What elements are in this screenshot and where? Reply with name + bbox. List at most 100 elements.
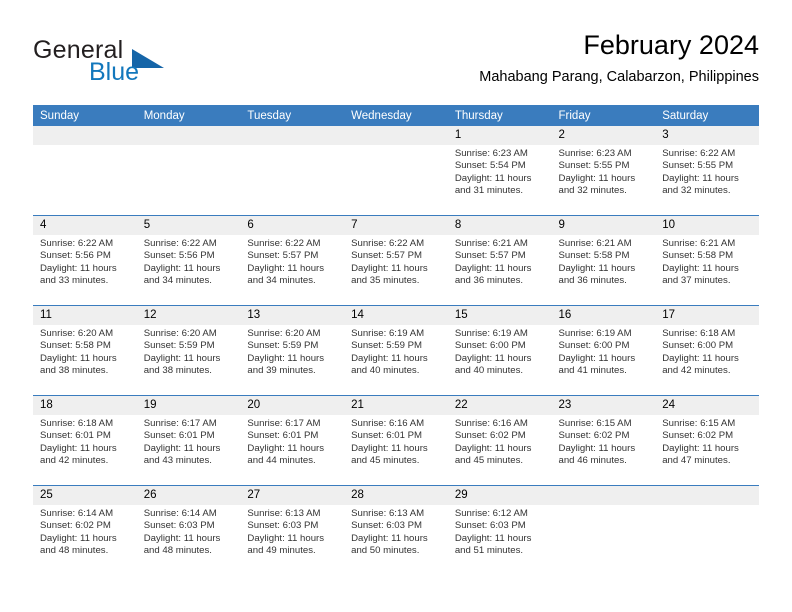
- calendar-day-cell[interactable]: 28 Sunrise: 6:13 AM Sunset: 6:03 PM Dayligh…: [344, 485, 448, 575]
- calendar-day-cell[interactable]: 2 Sunrise: 6:23 AM Sunset: 5:55 PM Daylight…: [551, 126, 656, 216]
- day-details: Sunrise: 6:20 AM Sunset: 5:59 PM Daylight:…: [137, 325, 241, 378]
- day-number: 1: [447, 126, 552, 145]
- calendar-day-cell[interactable]: 15 Sunrise: 6:19 AM Sunset: 6:00 PM Dayligh…: [447, 305, 552, 396]
- day-detail-line: Sunrise: 6:23 AM: [454, 148, 528, 159]
- weekday-header-monday: Monday: [136, 105, 241, 126]
- day-number: 3: [655, 126, 759, 145]
- calendar-day-cell[interactable]: 20 Sunrise: 6:17 AM Sunset: 6:01 PM Dayligh…: [240, 395, 345, 486]
- day-detail-line: Daylight: 11 hours: [454, 172, 532, 184]
- calendar-day-cell[interactable]: 17 Sunrise: 6:18 AM Sunset: 6:00 PM Dayligh…: [655, 305, 759, 396]
- day-details: Sunrise: 6:12 AM Sunset: 6:03 PM Daylight:…: [448, 505, 552, 558]
- day-detail-line: Daylight: 11 hours: [143, 442, 221, 454]
- day-number: 13: [240, 306, 345, 325]
- day-details: Sunrise: 6:22 AM Sunset: 5:56 PM Daylight:…: [137, 235, 241, 288]
- day-details: Sunrise: 6:17 AM Sunset: 6:01 PM Daylight:…: [240, 415, 344, 468]
- calendar-grid: Sunday Monday Tuesday Wednesday Thursday Frid…: [33, 105, 759, 575]
- day-details: Sunrise: 6:22 AM Sunset: 5:56 PM Daylight:…: [33, 235, 137, 288]
- day-detail-line: Sunrise: 6:20 AM: [143, 328, 217, 339]
- day-detail-line: Sunrise: 6:12 AM: [454, 508, 528, 519]
- day-number: 23: [551, 396, 656, 415]
- day-number: 6: [240, 216, 345, 235]
- day-detail-line: Sunset: 5:59 PM: [247, 340, 319, 352]
- day-detail-line: Sunset: 6:02 PM: [558, 430, 630, 442]
- calendar-day-cell[interactable]: 14 Sunrise: 6:19 AM Sunset: 5:59 PM Dayligh…: [344, 305, 448, 396]
- calendar-empty-cell: [344, 126, 448, 216]
- day-detail-line: Sunrise: 6:17 AM: [247, 418, 321, 429]
- day-details: Sunrise: 6:19 AM Sunset: 6:00 PM Daylight:…: [552, 325, 656, 378]
- calendar-day-cell[interactable]: 19 Sunrise: 6:17 AM Sunset: 6:01 PM Dayligh…: [136, 395, 241, 486]
- day-detail-line: Daylight: 11 hours: [40, 262, 117, 274]
- calendar-day-cell[interactable]: 16 Sunrise: 6:19 AM Sunset: 6:00 PM Dayligh…: [551, 305, 656, 396]
- brand-logo[interactable]: General Blue: [33, 36, 233, 96]
- calendar-day-cell[interactable]: 22 Sunrise: 6:16 AM Sunset: 6:02 PM Dayligh…: [447, 395, 552, 486]
- day-detail-line: Sunrise: 6:22 AM: [662, 148, 736, 159]
- calendar-day-cell[interactable]: 23 Sunrise: 6:15 AM Sunset: 6:02 PM Dayligh…: [551, 395, 656, 486]
- day-detail-line: Daylight: 11 hours: [558, 172, 636, 184]
- calendar-day-cell[interactable]: 8 Sunrise: 6:21 AM Sunset: 5:57 PM Daylight…: [447, 215, 552, 306]
- day-details: Sunrise: 6:14 AM Sunset: 6:03 PM Daylight:…: [137, 505, 241, 558]
- calendar-day-cell[interactable]: 12 Sunrise: 6:20 AM Sunset: 5:59 PM Dayligh…: [136, 305, 241, 396]
- day-detail-line: and 34 minutes.: [247, 275, 316, 287]
- day-number: 27: [240, 486, 345, 505]
- day-detail-line: Daylight: 11 hours: [662, 352, 739, 364]
- calendar-week-row: 4 Sunrise: 6:22 AM Sunset: 5:56 PM Daylight…: [33, 215, 759, 306]
- day-detail-line: and 43 minutes.: [143, 455, 212, 467]
- calendar-day-cell[interactable]: 6 Sunrise: 6:22 AM Sunset: 5:57 PM Daylight…: [240, 215, 345, 306]
- day-detail-line: Sunset: 6:01 PM: [143, 430, 215, 442]
- calendar-day-cell[interactable]: 4 Sunrise: 6:22 AM Sunset: 5:56 PM Daylight…: [33, 215, 137, 306]
- calendar-day-cell[interactable]: 10 Sunrise: 6:21 AM Sunset: 5:58 PM Dayligh…: [655, 215, 759, 306]
- page-title: February 2024: [583, 30, 759, 60]
- day-details: Sunrise: 6:21 AM Sunset: 5:58 PM Daylight:…: [552, 235, 656, 288]
- calendar-day-cell[interactable]: 11 Sunrise: 6:20 AM Sunset: 5:58 PM Dayligh…: [33, 305, 137, 396]
- day-number: 25: [33, 486, 137, 505]
- title-block: February 2024 Mahabang Parang, Calabarzo…: [479, 28, 759, 88]
- calendar-page: General Blue February 2024 Mahabang Para…: [0, 0, 792, 612]
- day-detail-line: Sunrise: 6:22 AM: [40, 238, 114, 249]
- day-detail-line: Sunset: 5:59 PM: [351, 340, 423, 352]
- day-detail-line: Sunrise: 6:21 AM: [558, 238, 632, 249]
- calendar-day-cell[interactable]: 24 Sunrise: 6:15 AM Sunset: 6:02 PM Dayligh…: [655, 395, 759, 486]
- day-detail-line: and 47 minutes.: [662, 455, 731, 467]
- calendar-day-cell[interactable]: 25 Sunrise: 6:14 AM Sunset: 6:02 PM Dayligh…: [33, 485, 137, 575]
- day-detail-line: and 31 minutes.: [454, 185, 524, 197]
- calendar-day-cell[interactable]: 5 Sunrise: 6:22 AM Sunset: 5:56 PM Daylight…: [136, 215, 241, 306]
- calendar-day-cell[interactable]: 9 Sunrise: 6:21 AM Sunset: 5:58 PM Daylight…: [551, 215, 656, 306]
- calendar-empty-cell: [655, 485, 759, 575]
- day-detail-line: and 36 minutes.: [558, 275, 627, 287]
- day-number: 20: [240, 396, 345, 415]
- day-detail-line: Sunrise: 6:13 AM: [351, 508, 425, 519]
- day-detail-line: Sunset: 6:00 PM: [558, 340, 630, 352]
- day-detail-line: and 42 minutes.: [662, 365, 731, 377]
- day-number: 28: [344, 486, 448, 505]
- day-detail-line: and 48 minutes.: [143, 545, 212, 557]
- day-detail-line: Sunset: 5:57 PM: [247, 250, 319, 262]
- calendar-day-cell[interactable]: 18 Sunrise: 6:18 AM Sunset: 6:01 PM Dayligh…: [33, 395, 137, 486]
- day-detail-line: Daylight: 11 hours: [558, 262, 636, 274]
- day-detail-line: Daylight: 11 hours: [351, 442, 428, 454]
- day-number: 22: [447, 396, 552, 415]
- calendar-day-cell[interactable]: 1 Sunrise: 6:23 AM Sunset: 5:54 PM Daylight…: [447, 126, 552, 216]
- calendar-day-cell[interactable]: 7 Sunrise: 6:22 AM Sunset: 5:57 PM Daylight…: [344, 215, 448, 306]
- day-detail-line: and 40 minutes.: [351, 365, 420, 377]
- calendar-day-cell[interactable]: 26 Sunrise: 6:14 AM Sunset: 6:03 PM Dayligh…: [136, 485, 241, 575]
- day-number: 16: [551, 306, 656, 325]
- brand-name-blue: Blue: [89, 58, 140, 86]
- day-number: 29: [447, 486, 552, 505]
- day-detail-line: Sunrise: 6:19 AM: [351, 328, 425, 339]
- calendar-day-cell[interactable]: 13 Sunrise: 6:20 AM Sunset: 5:59 PM Dayligh…: [240, 305, 345, 396]
- day-detail-line: Sunset: 5:58 PM: [40, 340, 111, 352]
- day-detail-line: and 49 minutes.: [247, 545, 316, 557]
- day-details: Sunrise: 6:18 AM Sunset: 6:01 PM Daylight:…: [33, 415, 137, 468]
- empty-day-body: [655, 505, 759, 575]
- calendar-day-cell[interactable]: 3 Sunrise: 6:22 AM Sunset: 5:55 PM Daylight…: [655, 126, 759, 216]
- day-number: 7: [344, 216, 448, 235]
- calendar-day-cell[interactable]: 21 Sunrise: 6:16 AM Sunset: 6:01 PM Dayligh…: [344, 395, 448, 486]
- empty-day-body: [33, 145, 137, 215]
- calendar-day-cell[interactable]: 29 Sunrise: 6:12 AM Sunset: 6:03 PM Dayligh…: [447, 485, 552, 575]
- day-detail-line: Sunset: 5:56 PM: [40, 250, 111, 262]
- day-detail-line: Sunrise: 6:19 AM: [558, 328, 632, 339]
- day-number: 21: [344, 396, 448, 415]
- weekday-header-thursday: Thursday: [447, 105, 552, 126]
- day-number: 15: [447, 306, 552, 325]
- calendar-day-cell[interactable]: 27 Sunrise: 6:13 AM Sunset: 6:03 PM Dayligh…: [240, 485, 345, 575]
